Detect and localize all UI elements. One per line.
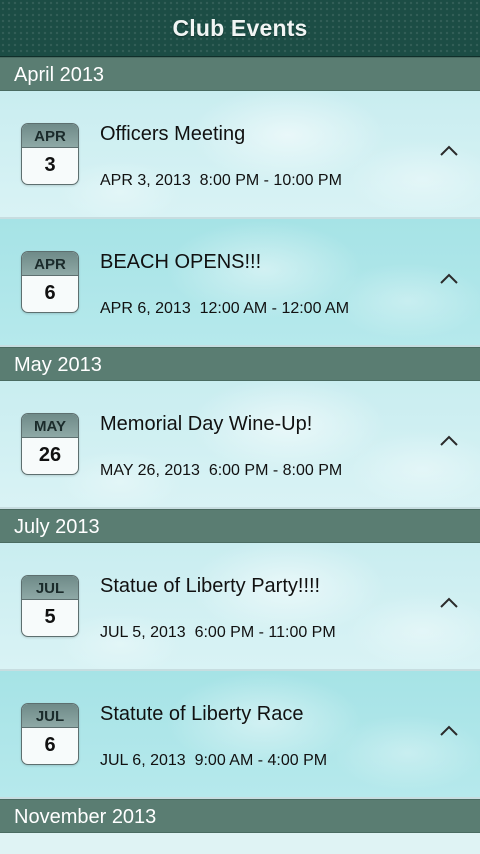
event-datetime: MAY 26, 2013 6:00 PM - 8:00 PM — [100, 462, 343, 479]
section-header-april-2013: April 2013 — [0, 57, 480, 91]
calendar-date-icon: MAY 26 — [21, 413, 79, 475]
chevron-icon[interactable] — [440, 723, 458, 741]
calendar-day: 26 — [38, 444, 62, 466]
calendar-day: 6 — [44, 734, 56, 756]
calendar-date-icon: JUL 5 — [21, 575, 79, 637]
chevron-icon[interactable] — [440, 595, 458, 613]
chevron-icon[interactable] — [440, 433, 458, 451]
title-bar: Club Events — [0, 0, 480, 57]
calendar-month: JUL — [22, 704, 78, 728]
calendar-day: 6 — [44, 282, 56, 304]
event-row[interactable]: JUL 5 Statue of Liberty Party!!!! JUL 5,… — [0, 543, 480, 671]
page-title: Club Events — [172, 14, 308, 41]
event-datetime: JUL 6, 2013 9:00 AM - 4:00 PM — [100, 752, 328, 769]
event-row[interactable]: APR 6 BEACH OPENS!!! APR 6, 2013 12:00 A… — [0, 219, 480, 347]
event-datetime: APR 3, 2013 8:00 PM - 10:00 PM — [100, 172, 342, 189]
event-title: Memorial Day Wine-Up! — [100, 413, 313, 435]
event-title: Statue of Liberty Party!!!! — [100, 575, 321, 597]
calendar-day: 5 — [44, 606, 56, 628]
event-datetime: JUL 5, 2013 6:00 PM - 11:00 PM — [100, 624, 336, 641]
calendar-date-icon: JUL 6 — [21, 703, 79, 765]
calendar-month: JUL — [22, 576, 78, 600]
calendar-month: MAY — [22, 414, 78, 438]
chevron-icon[interactable] — [440, 271, 458, 289]
chevron-icon[interactable] — [440, 143, 458, 161]
section-header-july-2013: July 2013 — [0, 509, 480, 543]
section-header-november-2013: November 2013 — [0, 799, 480, 833]
section-header-may-2013: May 2013 — [0, 347, 480, 381]
event-row[interactable]: JUL 6 Statute of Liberty Race JUL 6, 201… — [0, 671, 480, 799]
calendar-day: 3 — [44, 154, 56, 176]
calendar-month: APR — [22, 124, 78, 148]
event-row[interactable]: APR 3 Officers Meeting APR 3, 2013 8:00 … — [0, 91, 480, 219]
event-title: Statute of Liberty Race — [100, 703, 304, 725]
calendar-month: APR — [22, 252, 78, 276]
events-list[interactable]: April 2013 APR 3 Officers Meeting APR 3,… — [0, 57, 480, 833]
event-row[interactable]: MAY 26 Memorial Day Wine-Up! MAY 26, 201… — [0, 381, 480, 509]
calendar-date-icon: APR 6 — [21, 251, 79, 313]
event-datetime: APR 6, 2013 12:00 AM - 12:00 AM — [100, 300, 350, 317]
event-title: BEACH OPENS!!! — [100, 251, 262, 273]
calendar-date-icon: APR 3 — [21, 123, 79, 185]
event-title: Officers Meeting — [100, 123, 246, 145]
app-screen: Club Events April 2013 APR 3 Officers Me… — [0, 0, 480, 854]
